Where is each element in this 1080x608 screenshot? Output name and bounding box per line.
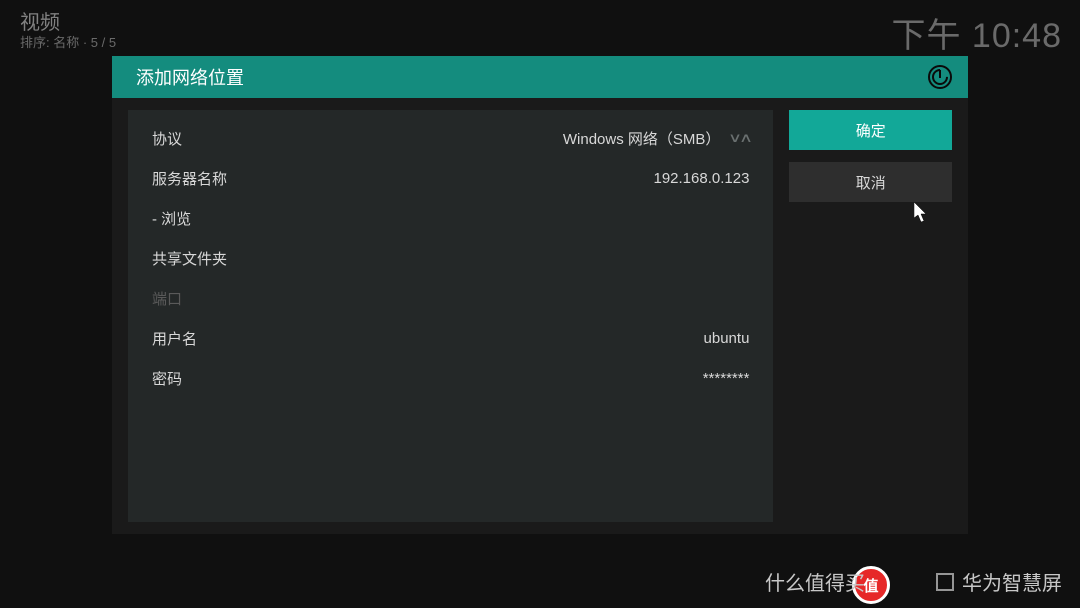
button-panel: 确定 取消 [789, 110, 952, 522]
username-value: ubuntu [704, 330, 750, 347]
watermark-brand: 华为智慧屏 [962, 567, 1062, 596]
dialog-body: 协议 Windows 网络（SMB） ∨∧ 服务器名称 192.168.0.12… [112, 98, 968, 534]
clock-display: 下午 10:48 [891, 8, 1062, 57]
watermark: 华为智慧屏 [936, 567, 1062, 596]
username-row[interactable]: 用户名 ubuntu [152, 318, 749, 358]
cancel-button[interactable]: 取消 [789, 162, 952, 202]
protocol-label: 协议 [152, 128, 182, 149]
background-header: 视频 排序: 名称 · 5 / 5 下午 10:48 [0, 0, 1080, 56]
password-value: ******** [703, 370, 750, 387]
checkbox-icon [936, 573, 954, 591]
protocol-row[interactable]: 协议 Windows 网络（SMB） ∨∧ [152, 118, 749, 158]
server-row[interactable]: 服务器名称 192.168.0.123 [152, 158, 749, 198]
dialog-header: 添加网络位置 [112, 56, 968, 98]
dialog-title: 添加网络位置 [136, 64, 244, 90]
port-label: 端口 [152, 288, 182, 309]
page-title: 视频 [20, 6, 60, 35]
port-row: 端口 [152, 278, 749, 318]
browse-label: - 浏览 [152, 208, 191, 229]
watermark-slogan: 什么值得买 [765, 567, 865, 596]
share-label: 共享文件夹 [152, 248, 227, 269]
share-row[interactable]: 共享文件夹 [152, 238, 749, 278]
form-panel: 协议 Windows 网络（SMB） ∨∧ 服务器名称 192.168.0.12… [128, 110, 773, 522]
server-value: 192.168.0.123 [653, 170, 749, 187]
power-icon[interactable] [928, 65, 952, 89]
password-row[interactable]: 密码 ******** [152, 358, 749, 398]
confirm-button[interactable]: 确定 [789, 110, 952, 150]
sort-info: 排序: 名称 · 5 / 5 [20, 32, 116, 51]
browse-row[interactable]: - 浏览 [152, 198, 749, 238]
username-label: 用户名 [152, 328, 197, 349]
server-label: 服务器名称 [152, 168, 227, 189]
password-label: 密码 [152, 368, 182, 389]
spinner-icon: ∨∧ [730, 130, 749, 146]
add-network-location-dialog: 添加网络位置 协议 Windows 网络（SMB） ∨∧ 服务器名称 192.1… [112, 56, 968, 534]
protocol-value: Windows 网络（SMB） ∨∧ [563, 128, 750, 149]
